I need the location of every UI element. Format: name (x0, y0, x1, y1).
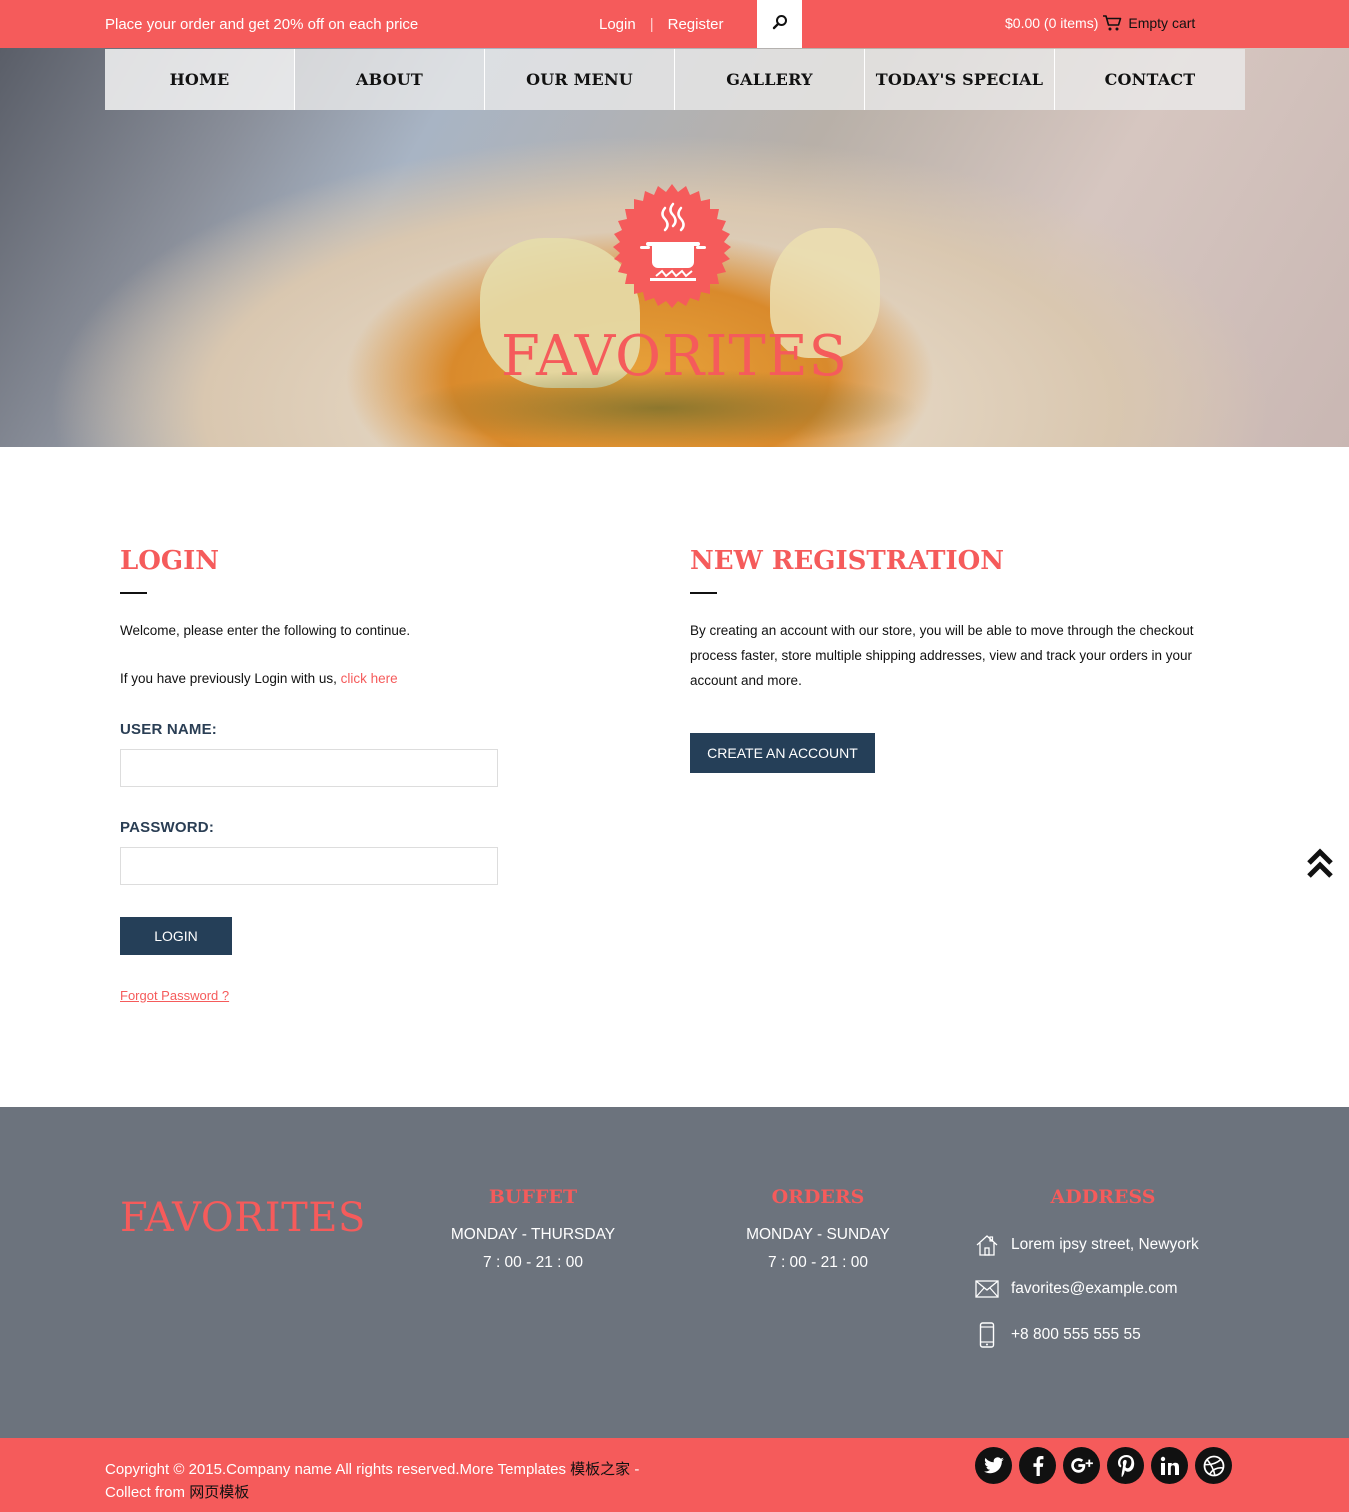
cooking-pot-icon (610, 184, 734, 308)
password-label: PASSWORD: (120, 819, 215, 836)
auth-separator: | (649, 16, 654, 33)
login-welcome-text: Welcome, please enter the following to c… (120, 623, 411, 638)
home-icon (975, 1233, 999, 1257)
footer-brand: FAVORITES (120, 1195, 366, 1241)
orders-days: MONDAY - SUNDAY (746, 1226, 890, 1243)
social-links (975, 1447, 1232, 1484)
nav-item-contact[interactable]: CONTACT (1055, 49, 1245, 110)
buffet-heading: BUFFET (488, 1186, 578, 1208)
username-label: USER NAME: (120, 721, 218, 738)
registration-description: By creating an account with our store, y… (690, 623, 1194, 688)
templates-link[interactable]: 模板之家 (570, 1461, 630, 1478)
web-templates-link[interactable]: 网页模板 (189, 1484, 249, 1501)
twitter-icon[interactable] (975, 1447, 1012, 1484)
buffet-hours: 7 : 00 - 21 : 00 (483, 1254, 583, 1271)
nav-item-gallery[interactable]: GALLERY (675, 49, 865, 110)
copyright-line-2: Collect from (105, 1484, 186, 1501)
search-icon (772, 14, 788, 35)
auth-links: Login | Register (599, 16, 723, 33)
top-bar: Place your order and get 20% off on each… (0, 0, 1349, 48)
forgot-password-link[interactable]: Forgot Password ? (120, 988, 229, 1003)
envelope-icon (975, 1280, 999, 1298)
password-input[interactable] (120, 847, 498, 885)
address-phone-row: +8 800 555 555 55 (975, 1322, 1141, 1348)
address-phone: +8 800 555 555 55 (1011, 1326, 1141, 1343)
search-button[interactable] (757, 0, 802, 48)
registration-heading-underline (690, 592, 717, 594)
orders-hours: 7 : 00 - 21 : 00 (768, 1254, 868, 1271)
cart-icon (1102, 14, 1122, 32)
footer (0, 1107, 1349, 1438)
facebook-icon[interactable] (1019, 1447, 1056, 1484)
login-link[interactable]: Login (599, 16, 636, 33)
login-button[interactable]: LOGIN (120, 917, 232, 955)
address-street-row: Lorem ipsy street, Newyork (975, 1233, 1199, 1257)
hero-title: FAVORITES (501, 324, 848, 389)
login-previously-label: If you have previously Login with us, (120, 671, 337, 686)
nav-item-todays-special[interactable]: TODAY'S SPECIAL (865, 49, 1055, 110)
nav-item-our-menu[interactable]: OUR MENU (485, 49, 675, 110)
address-heading: ADDRESS (1050, 1186, 1156, 1208)
mobile-phone-icon (975, 1322, 999, 1348)
buffet-days: MONDAY - THURSDAY (450, 1226, 616, 1243)
google-plus-icon[interactable] (1063, 1447, 1100, 1484)
scroll-to-top-icon[interactable] (1306, 846, 1334, 880)
login-previously-text: If you have previously Login with us, cl… (120, 666, 398, 691)
cart-summary[interactable]: $0.00 (0 items) Empty cart (1005, 14, 1195, 32)
address-street: Lorem ipsy street, Newyork (1011, 1236, 1199, 1253)
registration-heading: NEW REGISTRATION (690, 546, 1005, 576)
hero-banner: HOME ABOUT OUR MENU GALLERY TODAY'S SPEC… (0, 48, 1349, 447)
nav-item-about[interactable]: ABOUT (295, 49, 485, 110)
nav-item-home[interactable]: HOME (105, 49, 295, 110)
main-nav: HOME ABOUT OUR MENU GALLERY TODAY'S SPEC… (105, 49, 1245, 110)
address-email[interactable]: favorites@example.com (1011, 1280, 1178, 1298)
address-email-row: favorites@example.com (975, 1280, 1178, 1298)
copyright-line-1: Copyright © 2015.Company name All rights… (105, 1461, 566, 1478)
linkedin-icon[interactable] (1151, 1447, 1188, 1484)
login-heading-underline (120, 592, 147, 594)
username-input[interactable] (120, 749, 498, 787)
orders-heading: ORDERS (771, 1186, 865, 1208)
create-account-button[interactable]: CREATE AN ACCOUNT (690, 733, 875, 773)
copyright-text: Copyright © 2015.Company name All rights… (105, 1458, 639, 1504)
empty-cart-link[interactable]: Empty cart (1128, 15, 1195, 31)
copyright-dash: - (630, 1461, 640, 1478)
dribbble-icon[interactable] (1195, 1447, 1232, 1484)
click-here-link[interactable]: click here (341, 671, 398, 686)
register-link[interactable]: Register (668, 16, 724, 33)
pinterest-icon[interactable] (1107, 1447, 1144, 1484)
login-heading: LOGIN (120, 546, 220, 576)
cart-total: $0.00 (0 items) (1005, 15, 1099, 31)
promo-text: Place your order and get 20% off on each… (105, 16, 419, 33)
